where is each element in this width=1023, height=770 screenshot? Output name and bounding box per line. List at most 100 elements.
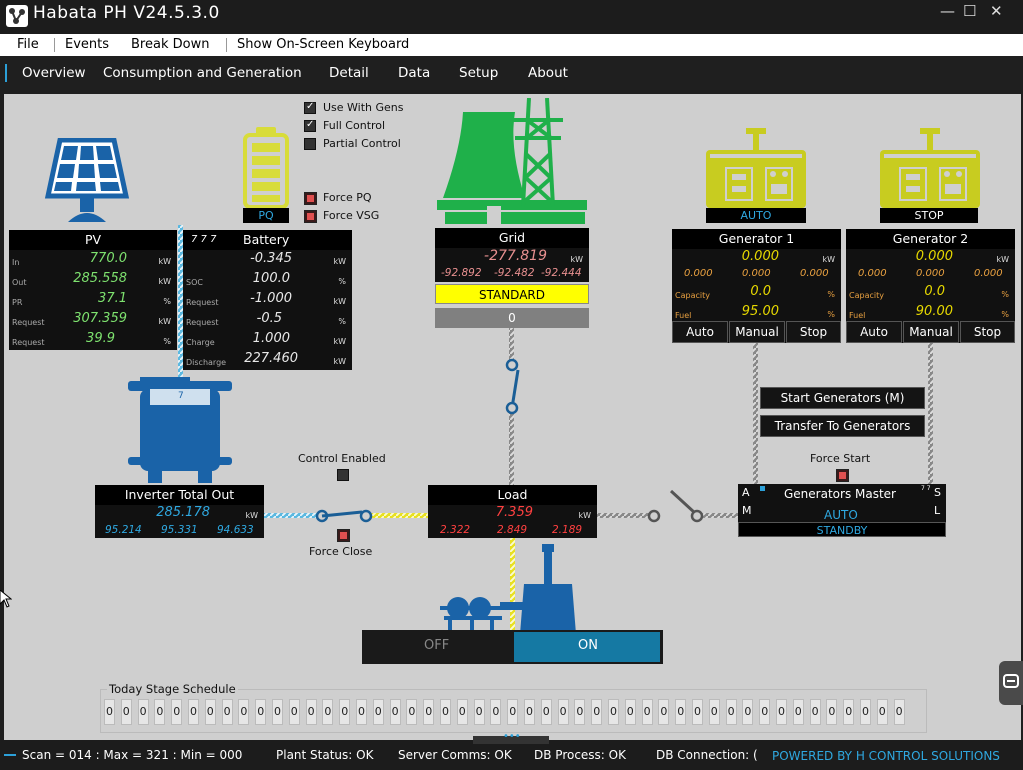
schedule-slot[interactable]: 0 (423, 699, 435, 725)
battery-request-kw-value: -1.000 (250, 291, 292, 306)
side-panel-handle[interactable] (999, 661, 1023, 705)
gen2-phase-2: 0.000 (916, 268, 945, 279)
force-close-button[interactable] (337, 529, 350, 542)
generators-master-panel: A M Generators Master 7 7 S L AUTO (738, 484, 946, 522)
gen2-manual-button[interactable]: Manual (903, 321, 959, 343)
schedule-slot[interactable]: 0 (406, 699, 418, 725)
gen-master-l[interactable]: L (934, 504, 940, 517)
battery-discharge-value: 227.460 (244, 351, 298, 366)
gen2-stop-button[interactable]: Stop (960, 321, 1015, 343)
gen2-panel: Generator 2 0.000 kW 0.000 0.000 0.000 C… (846, 229, 1015, 343)
schedule-slot[interactable]: 0 (389, 699, 401, 725)
schedule-slot[interactable]: 0 (725, 699, 737, 725)
schedule-slot[interactable]: 0 (843, 699, 855, 725)
schedule-slot[interactable]: 0 (759, 699, 771, 725)
schedule-slot[interactable]: 0 (876, 699, 888, 725)
schedule-slot[interactable]: 0 (372, 699, 384, 725)
gen-master-a[interactable]: A (742, 486, 750, 499)
gen-master-indicator (760, 486, 765, 491)
transfer-to-generators-button[interactable]: Transfer To Generators (760, 415, 925, 437)
schedule-slot[interactable]: 0 (809, 699, 821, 725)
schedule-slot[interactable]: 0 (608, 699, 619, 725)
grid-phase-1: -92.892 (441, 267, 482, 279)
generator-1-icon (706, 128, 808, 212)
force-start-label: Force Start (810, 452, 871, 465)
battery-discharge-unit: kW (333, 357, 346, 366)
force-vsg-label: Force VSG (323, 209, 380, 222)
partial-control-checkbox[interactable] (304, 138, 316, 150)
schedule-slot[interactable]: 0 (339, 699, 351, 725)
grid-status-badge: STANDARD (435, 284, 589, 304)
schedule-slot[interactable]: 0 (893, 699, 905, 725)
grid-switch-top (505, 358, 519, 372)
schedule-slot[interactable]: 0 (692, 699, 703, 725)
gen2-capacity-label: Capacity (849, 291, 884, 300)
load-phase-2: 2.849 (497, 524, 528, 536)
schedule-slot[interactable]: 0 (255, 699, 267, 725)
schedule-slot[interactable]: 0 (658, 699, 670, 725)
grid-title: Grid (435, 228, 589, 248)
pv-pr-value: 37.1 (98, 291, 127, 306)
schedule-slot[interactable]: 0 (792, 699, 804, 725)
schedule-slot[interactable]: 0 (188, 699, 199, 725)
schedule-slot[interactable]: 0 (574, 699, 586, 725)
status-handle[interactable]: ••• (473, 731, 549, 744)
schedule-slot[interactable]: 0 (591, 699, 603, 725)
battery-icon (243, 125, 289, 213)
gen1-capacity-unit: % (827, 290, 835, 299)
schedule-slot[interactable]: 0 (490, 699, 502, 725)
schedule-slot[interactable]: 0 (238, 699, 250, 725)
schedule-slot[interactable]: 0 (171, 699, 183, 725)
schedule-slot[interactable]: 0 (440, 699, 451, 725)
gen2-unit: kW (996, 255, 1009, 264)
full-control-checkbox[interactable] (304, 119, 316, 132)
force-vsg-button[interactable] (304, 210, 317, 223)
control-enabled-label: Control Enabled (298, 452, 386, 465)
schedule-slot[interactable]: 0 (473, 699, 485, 725)
schedule-slot[interactable]: 0 (305, 699, 317, 725)
schedule-slot[interactable]: 0 (742, 699, 754, 725)
schedule-slot[interactable]: 0 (557, 699, 569, 725)
schedule-slot[interactable]: 0 (221, 699, 233, 725)
schedule-slot[interactable]: 0 (524, 699, 535, 725)
schedule-slot[interactable]: 0 (675, 699, 687, 725)
schedule-slot[interactable]: 0 (860, 699, 871, 725)
battery-request-kw-unit: kW (333, 297, 346, 306)
toggle-off-label[interactable]: OFF (424, 638, 449, 653)
inverter-label: 7 (178, 391, 184, 401)
schedule-slot[interactable]: 0 (507, 699, 519, 725)
gen-master-s[interactable]: S (934, 486, 941, 499)
schedule-slot[interactable]: 0 (137, 699, 149, 725)
schedule-slot[interactable]: 0 (154, 699, 166, 725)
gen1-auto-button[interactable]: Auto (672, 321, 728, 343)
schedule-slot[interactable]: 0 (288, 699, 300, 725)
schedule-slot[interactable]: 0 (540, 699, 552, 725)
start-generators-button[interactable]: Start Generators (M) (760, 387, 925, 409)
use-with-gens-checkbox[interactable] (304, 101, 316, 114)
power-toggle[interactable]: OFF ON (362, 630, 663, 664)
load-title: Load (428, 485, 597, 505)
schedule-slot[interactable]: 0 (120, 699, 132, 725)
schedule-slot[interactable]: 0 (104, 699, 115, 725)
toggle-on-segment[interactable]: ON (514, 632, 660, 662)
schedule-slot[interactable]: 0 (708, 699, 720, 725)
schedule-slot[interactable]: 0 (826, 699, 838, 725)
gen2-auto-button[interactable]: Auto (846, 321, 902, 343)
schedule-slot[interactable]: 0 (456, 699, 468, 725)
gen-master-m[interactable]: M (742, 504, 752, 517)
force-start-button[interactable] (836, 469, 849, 482)
gen1-stop-button[interactable]: Stop (786, 321, 841, 343)
schedule-slot[interactable]: 0 (624, 699, 636, 725)
schedule-slot[interactable]: 0 (356, 699, 367, 725)
schedule-slot[interactable]: 0 (322, 699, 334, 725)
schedule-slot[interactable]: 0 (776, 699, 787, 725)
force-pq-button[interactable] (304, 192, 317, 205)
schedule-slot[interactable]: 0 (641, 699, 653, 725)
gen1-manual-button[interactable]: Manual (729, 321, 785, 343)
partial-control-label: Partial Control (323, 137, 401, 150)
battery-charge-value: 1.000 (252, 331, 290, 346)
schedule-slot[interactable]: 0 (272, 699, 283, 725)
schedule-slot[interactable]: 0 (204, 699, 216, 725)
gen-master-title: Generators Master (784, 487, 896, 501)
server-status: Server Comms: OK (398, 748, 512, 762)
